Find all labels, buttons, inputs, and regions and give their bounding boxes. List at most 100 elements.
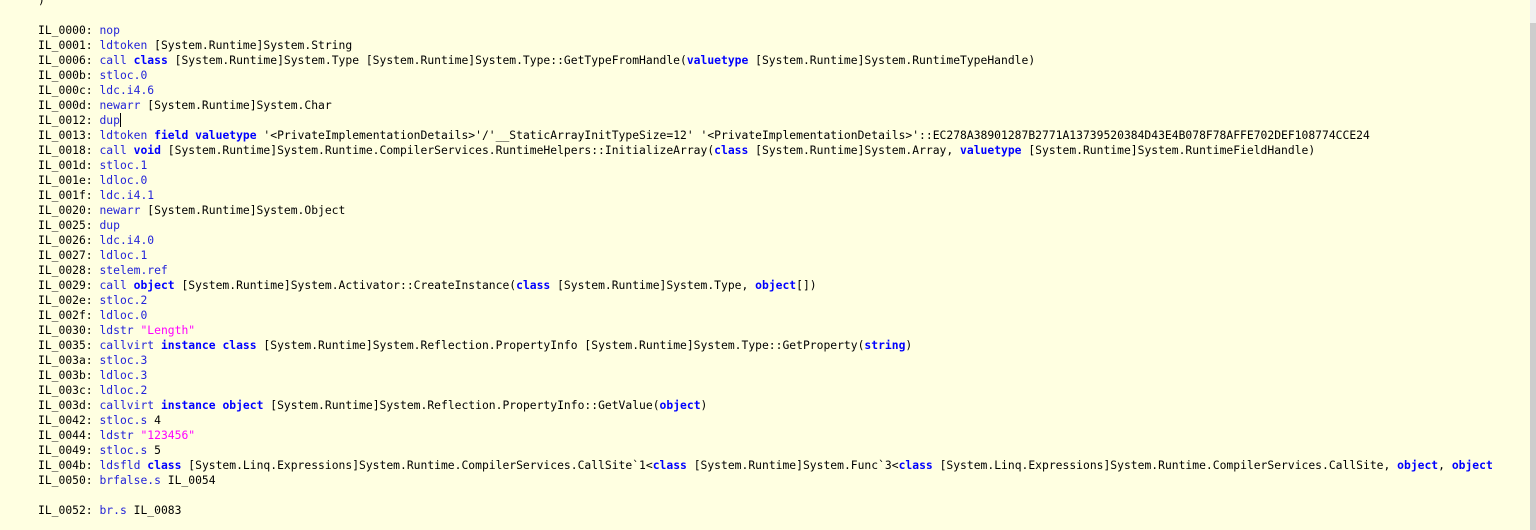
code-line[interactable]: IL_000b: stloc.0 [38, 68, 1530, 83]
string-literal: "123456" [140, 428, 196, 442]
code-line[interactable]: IL_002f: ldloc.0 [38, 308, 1530, 323]
code-line[interactable]: IL_003b: ldloc.3 [38, 368, 1530, 383]
operand-text [127, 143, 134, 157]
code-line[interactable]: IL_000d: newarr [System.Runtime]System.C… [38, 98, 1530, 113]
code-line[interactable]: IL_001f: ldc.i4.1 [38, 188, 1530, 203]
operand-text: IL_0029: [38, 278, 100, 292]
operand-text [154, 398, 161, 412]
keyword: valuetype [195, 128, 257, 142]
operand-text [127, 278, 134, 292]
opcode: ldc.i4.1 [99, 188, 155, 202]
keyword: class [133, 53, 168, 67]
opcode: call [99, 53, 127, 67]
opcode: stelem.ref [99, 263, 168, 277]
opcode: ldloc.0 [99, 173, 148, 187]
code-line[interactable]: IL_0050: brfalse.s IL_0054 [38, 473, 1530, 488]
keyword: object [133, 278, 175, 292]
code-line[interactable]: IL_0013: ldtoken field valuetype '<Priva… [38, 128, 1530, 143]
opcode: ldtoken [99, 128, 148, 142]
code-line[interactable]: IL_0018: call void [System.Runtime]Syste… [38, 143, 1530, 158]
code-line[interactable]: IL_0020: newarr [System.Runtime]System.O… [38, 203, 1530, 218]
code-line[interactable]: IL_0052: br.s IL_0083 [38, 503, 1530, 518]
operand-text: IL_002f: [38, 308, 100, 322]
code-line[interactable]: IL_0049: stloc.s 5 [38, 443, 1530, 458]
opcode: stloc.s [99, 443, 148, 457]
operand-text: [System.Runtime]System.Type [System.Runt… [167, 53, 687, 67]
code-line[interactable]: IL_0035: callvirt instance class [System… [38, 338, 1530, 353]
operand-text: IL_001d: [38, 158, 100, 172]
keyword: valuetype [960, 143, 1022, 157]
code-line[interactable]: IL_003a: stloc.3 [38, 353, 1530, 368]
code-line[interactable]: IL_0012: dup [38, 113, 1530, 128]
code-line[interactable]: IL_0042: stloc.s 4 [38, 413, 1530, 428]
code-line[interactable]: IL_002e: stloc.2 [38, 293, 1530, 308]
code-line[interactable]: IL_003c: ldloc.2 [38, 383, 1530, 398]
code-line[interactable]: IL_0029: call object [System.Runtime]Sys… [38, 278, 1530, 293]
opcode: stloc.3 [99, 353, 148, 367]
opcode: ldstr [99, 323, 134, 337]
operand-text: IL_000b: [38, 68, 100, 82]
operand-text: [System.Runtime]System.RuntimeFieldHandl… [1021, 143, 1316, 157]
opcode: ldsfld [99, 458, 141, 472]
keyword: class [652, 458, 687, 472]
code-line[interactable]: IL_0006: call class [System.Runtime]Syst… [38, 53, 1530, 68]
operand-text: '<PrivateImplementationDetails>'/'__Stat… [256, 128, 1370, 142]
operand-text: IL_000c: [38, 83, 100, 97]
operand-text: IL_003a: [38, 353, 100, 367]
operand-text: IL_0050: [38, 473, 100, 487]
operand-text: IL_0000: [38, 23, 100, 37]
operand-text: IL_001e: [38, 173, 100, 187]
code-line[interactable]: IL_0044: ldstr "123456" [38, 428, 1530, 443]
operand-text: IL_002e: [38, 293, 100, 307]
code-line[interactable]: IL_0001: ldtoken [System.Runtime]System.… [38, 38, 1530, 53]
operand-text: IL_0028: [38, 263, 100, 277]
operand-text: [System.Runtime]System.Reflection.Proper… [256, 338, 865, 352]
operand-text: IL_004b: [38, 458, 100, 472]
code-line[interactable]: IL_001e: ldloc.0 [38, 173, 1530, 188]
vertical-scrollbar-thumb[interactable] [1530, 23, 1536, 530]
operand-text: IL_0026: [38, 233, 100, 247]
opcode: newarr [99, 203, 141, 217]
code-line[interactable]: IL_0030: ldstr "Length" [38, 323, 1530, 338]
keyword: instance [160, 338, 216, 352]
operand-text: [System.Linq.Expressions]System.Runtime.… [181, 458, 653, 472]
opcode: ldstr [99, 428, 134, 442]
code-line[interactable]: IL_000c: ldc.i4.6 [38, 83, 1530, 98]
code-line[interactable]: IL_0026: ldc.i4.0 [38, 233, 1530, 248]
keyword: class [147, 458, 182, 472]
code-line[interactable]: IL_0025: dup [38, 218, 1530, 233]
code-line[interactable]: IL_004b: ldsfld class [System.Linq.Expre… [38, 458, 1530, 473]
keyword: instance [160, 398, 216, 412]
opcode: call [99, 278, 127, 292]
vertical-scrollbar-track[interactable] [1530, 0, 1536, 530]
keyword: class [898, 458, 933, 472]
operand-text [127, 53, 134, 67]
code-line[interactable]: IL_0000: nop [38, 23, 1530, 38]
operand-text: IL_003d: [38, 398, 100, 412]
keyword: string [864, 338, 906, 352]
code-line[interactable]: IL_001d: stloc.1 [38, 158, 1530, 173]
operand-text: ) [700, 398, 708, 412]
operand-text [154, 338, 161, 352]
opcode: stloc.1 [99, 158, 148, 172]
operand-text: 4 [147, 413, 161, 427]
code-line[interactable]: ) [38, 0, 1530, 8]
text-cursor [119, 113, 121, 127]
code-line[interactable]: IL_0028: stelem.ref [38, 263, 1530, 278]
code-line[interactable] [38, 488, 1530, 503]
keyword: valuetype [686, 53, 749, 67]
keyword: object [659, 398, 701, 412]
operand-text: [System.Runtime]System.Activator::Create… [174, 278, 517, 292]
keyword: object [755, 278, 797, 292]
keyword: void [133, 143, 161, 157]
operand-text: IL_0035: [38, 338, 100, 352]
code-line[interactable]: IL_0027: ldloc.1 [38, 248, 1530, 263]
code-line[interactable]: IL_003d: callvirt instance object [Syste… [38, 398, 1530, 413]
operand-text: IL_0052: [38, 503, 100, 517]
operand-text: [System.Runtime]System.Runtime.CompilerS… [160, 143, 715, 157]
opcode: stloc.2 [99, 293, 148, 307]
il-code-editor[interactable]: ) IL_0000: nop IL_0001: ldtoken [System.Ru… [38, 0, 1530, 530]
opcode: ldloc.3 [99, 368, 148, 382]
code-line[interactable] [38, 8, 1530, 23]
operand-text: IL_0013: [38, 128, 100, 142]
